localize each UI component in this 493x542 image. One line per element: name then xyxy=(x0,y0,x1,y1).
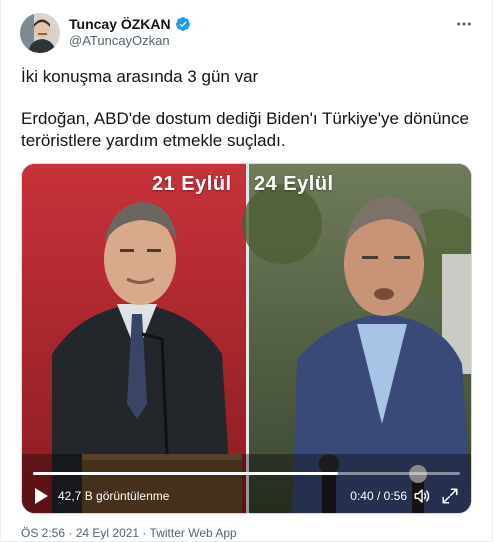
tweet-date[interactable]: 24 Eyl 2021 xyxy=(76,526,139,540)
fullscreen-icon xyxy=(442,488,458,504)
avatar-photo-icon xyxy=(20,13,60,53)
tweet-card: Tuncay ÖZKAN @ATuncayOzkan İki konuşma a… xyxy=(0,0,493,542)
volume-icon xyxy=(414,489,430,503)
volume-button[interactable] xyxy=(413,487,431,505)
author-display-name[interactable]: Tuncay ÖZKAN xyxy=(69,16,171,32)
more-options-button[interactable] xyxy=(454,14,474,34)
fullscreen-button[interactable] xyxy=(441,487,459,505)
tweet-text: İki konuşma arasında 3 gün var Erdoğan, … xyxy=(21,66,471,152)
author-avatar[interactable] xyxy=(20,13,60,53)
video-progress-bar[interactable] xyxy=(33,472,460,475)
verified-badge-icon xyxy=(175,17,190,31)
tweet-line-1: İki konuşma arasında 3 gün var xyxy=(21,67,259,86)
author-handle[interactable]: @ATuncayOzkan xyxy=(69,33,170,48)
video-time: 0:40 / 0:56 xyxy=(350,489,407,503)
meta-separator-1: · xyxy=(65,526,76,540)
tweet-line-2: Erdoğan, ABD'de dostum dediği Biden'ı Tü… xyxy=(21,109,469,150)
tweet-time[interactable]: ÖS 2:56 xyxy=(21,526,65,540)
author-name-row[interactable]: Tuncay ÖZKAN xyxy=(69,16,191,32)
video-progress-fill xyxy=(33,472,338,475)
video-controls: 42,7 B görüntülenme 0:40 / 0:56 xyxy=(22,479,471,513)
play-button[interactable] xyxy=(33,487,49,505)
meta-separator-2: · xyxy=(139,526,150,540)
tweet-source[interactable]: Twitter Web App xyxy=(150,526,237,540)
video-frame xyxy=(22,164,471,513)
video-player[interactable]: 21 Eylül 24 Eylül 42,7 B görüntülenme 0:… xyxy=(21,163,472,514)
tweet-meta: ÖS 2:56 · 24 Eyl 2021 · Twitter Web App xyxy=(21,526,237,540)
more-dots-icon xyxy=(457,22,471,26)
play-icon xyxy=(35,488,48,504)
view-count: 42,7 B görüntülenme xyxy=(58,489,170,503)
video-label-right: 24 Eylül xyxy=(254,173,334,195)
video-label-left: 21 Eylül xyxy=(152,173,232,195)
